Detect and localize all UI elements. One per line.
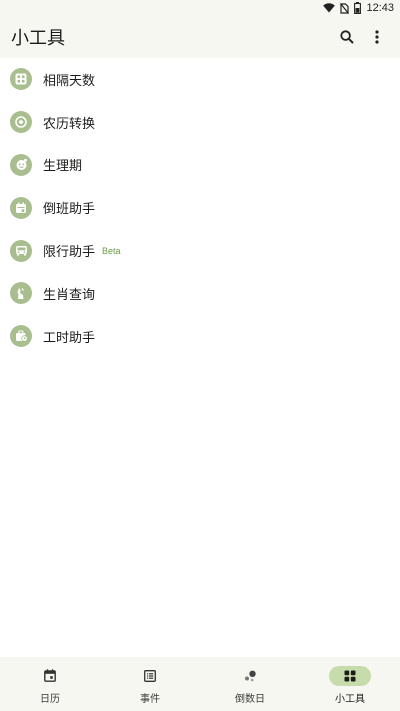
search-button[interactable] bbox=[332, 22, 362, 52]
tool-item-lunar-convert[interactable]: 农历转换 bbox=[0, 101, 400, 144]
lunar-convert-icon bbox=[10, 111, 32, 134]
tool-list: 相隔天数 农历转换 生理期 倒班助手 限行助手 Beta 生肖查询 工时助手 bbox=[0, 58, 400, 358]
app-bar: 小工具 bbox=[0, 16, 400, 58]
tool-label: 限行助手 bbox=[43, 245, 96, 261]
tool-item-work-hours[interactable]: 工时助手 bbox=[0, 315, 400, 358]
active-indicator bbox=[329, 665, 371, 686]
tool-label: 工时助手 bbox=[43, 330, 96, 346]
nav-item-calendar[interactable]: 日历 bbox=[0, 657, 100, 711]
work-hours-icon bbox=[10, 325, 32, 348]
status-time: 12:43 bbox=[366, 2, 394, 14]
tool-label: 生肖查询 bbox=[43, 287, 96, 303]
screen: 12:43 小工具 相隔天数 农历转换 生理期 倒班助手 限行助手 Beta 生… bbox=[0, 0, 400, 711]
bottom-navigation: 日历 事件 倒数日 小工具 bbox=[0, 657, 400, 711]
grid-calculator-icon bbox=[10, 68, 32, 91]
more-options-button[interactable] bbox=[362, 22, 392, 52]
tool-item-traffic-restriction[interactable]: 限行助手 Beta bbox=[0, 229, 400, 272]
face-cycle-icon bbox=[10, 153, 32, 176]
calendar-icon bbox=[44, 669, 56, 682]
nav-label: 倒数日 bbox=[235, 693, 265, 705]
battery-icon bbox=[354, 2, 362, 14]
wifi-icon bbox=[323, 3, 336, 13]
status-bar: 12:43 bbox=[0, 0, 400, 16]
tool-item-shift-helper[interactable]: 倒班助手 bbox=[0, 186, 400, 229]
nav-item-tools[interactable]: 小工具 bbox=[300, 657, 400, 711]
nav-item-events[interactable]: 事件 bbox=[100, 657, 200, 711]
apps-grid-icon bbox=[344, 670, 356, 681]
nav-item-countdown[interactable]: 倒数日 bbox=[200, 657, 300, 711]
shift-calendar-icon bbox=[10, 196, 32, 219]
no-sim-icon bbox=[340, 2, 350, 14]
list-icon bbox=[144, 669, 156, 682]
tool-label: 倒班助手 bbox=[43, 202, 96, 218]
tool-label: 生理期 bbox=[43, 159, 83, 175]
tool-item-days-between[interactable]: 相隔天数 bbox=[0, 58, 400, 101]
beta-badge: Beta bbox=[102, 245, 121, 256]
tool-label: 农历转换 bbox=[43, 116, 96, 132]
countdown-icon bbox=[244, 670, 256, 681]
search-icon bbox=[340, 30, 354, 44]
nav-label: 事件 bbox=[140, 693, 160, 705]
tool-item-period[interactable]: 生理期 bbox=[0, 144, 400, 187]
tool-item-zodiac-lookup[interactable]: 生肖查询 bbox=[0, 272, 400, 315]
car-icon bbox=[10, 239, 32, 262]
tool-label: 相隔天数 bbox=[43, 73, 96, 89]
more-vert-icon bbox=[375, 30, 379, 44]
nav-label: 日历 bbox=[40, 693, 60, 705]
nav-label: 小工具 bbox=[335, 693, 365, 705]
zodiac-icon bbox=[10, 282, 32, 305]
page-title: 小工具 bbox=[11, 28, 65, 49]
